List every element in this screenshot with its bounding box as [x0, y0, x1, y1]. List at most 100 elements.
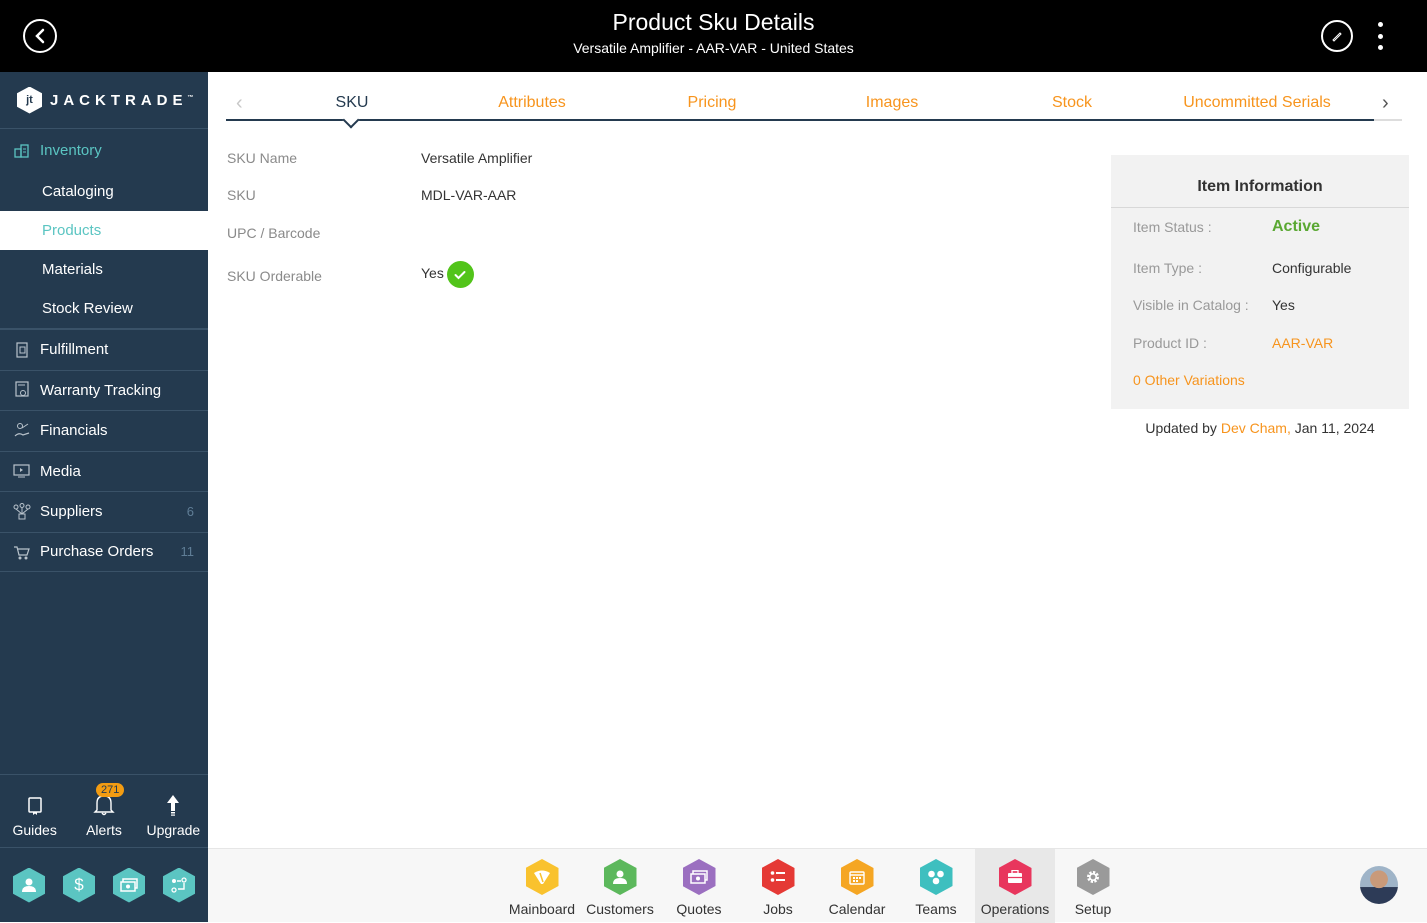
sku-label: SKU — [227, 187, 256, 203]
product-id-label: Product ID : — [1133, 335, 1207, 351]
page-title: Product Sku Details — [612, 9, 815, 35]
dock-label: Teams — [915, 901, 957, 917]
purchase-orders-count: 11 — [180, 544, 195, 560]
visible-in-catalog-value: Yes — [1272, 297, 1295, 313]
sku-orderable-label: SKU Orderable — [227, 268, 322, 284]
visible-in-catalog-label: Visible in Catalog : — [1133, 297, 1249, 313]
dock-label: Jobs — [763, 901, 793, 917]
active-tab-indicator — [342, 111, 360, 129]
suppliers-count: 6 — [186, 504, 194, 520]
upc-barcode-label: UPC / Barcode — [227, 225, 321, 241]
dock-label: Setup — [1074, 901, 1112, 917]
updated-by-link[interactable]: Dev Cham, — [1221, 420, 1291, 436]
sku-name-label: SKU Name — [227, 150, 298, 166]
dock-setup[interactable]: Setup — [1053, 849, 1133, 923]
money-app-button[interactable] — [113, 867, 145, 903]
user-app-button[interactable] — [13, 867, 45, 903]
dock-teams[interactable]: Teams — [896, 849, 976, 923]
dollar-app-button[interactable]: $ — [63, 867, 95, 903]
guides-button[interactable]: Guides — [0, 775, 69, 847]
product-id-link[interactable]: AAR-VAR — [1272, 335, 1333, 351]
suppliers-icon — [13, 502, 31, 521]
sidebar-item-financials[interactable]: Financials — [0, 410, 208, 451]
alerts-button[interactable]: 271 Alerts — [69, 775, 138, 847]
edit-button[interactable] — [1321, 20, 1353, 52]
tab-stock[interactable]: Stock — [1052, 94, 1092, 112]
mainboard-icon — [525, 859, 559, 895]
dock-customers[interactable]: Customers — [580, 849, 660, 923]
updated-by-text: Updated by Dev Cham, Jan 11, 2024 — [1111, 420, 1409, 436]
calendar-icon — [840, 859, 874, 895]
dock-label: Calendar — [828, 901, 886, 917]
sidebar-item-label: Media — [40, 462, 81, 480]
jobs-icon — [761, 859, 795, 895]
sidebar-item-media[interactable]: Media — [0, 450, 208, 492]
sidebar-item-label: Inventory — [40, 142, 102, 159]
tab-sku[interactable]: SKU — [336, 94, 369, 112]
sidebar-item-fulfillment[interactable]: Fulfillment — [0, 329, 208, 370]
other-variations-link[interactable]: 0 Other Variations — [1133, 372, 1245, 388]
teams-icon — [919, 859, 953, 895]
guides-label: Guides — [12, 822, 57, 838]
sidebar-item-label: Materials — [42, 261, 103, 278]
sidebar-item-purchase-orders[interactable]: Purchase Orders 11 — [0, 531, 208, 572]
tab-images[interactable]: Images — [866, 94, 918, 112]
logo-icon: jt — [17, 86, 42, 114]
pencil-icon — [1332, 32, 1342, 42]
quotes-icon — [682, 859, 716, 895]
item-information-panel: Item Information Item Status : Active It… — [1111, 155, 1409, 409]
check-circle-icon — [446, 261, 474, 288]
sidebar-item-stock-review[interactable]: Stock Review — [0, 289, 208, 328]
tab-uncommitted-serials[interactable]: Uncommitted Serials — [1183, 94, 1331, 112]
tab-scroll-left-icon[interactable]: ‹ — [236, 92, 243, 115]
sidebar-item-warranty-tracking[interactable]: Warranty Tracking — [0, 369, 208, 411]
dock-label: Quotes — [676, 901, 722, 917]
dock-jobs[interactable]: Jobs — [738, 849, 818, 923]
app-dock: Mainboard Customers Quotes Jobs Calendar… — [208, 848, 1427, 923]
sidebar-item-products[interactable]: Products — [0, 211, 208, 250]
sidebar-item-label: Warranty Tracking — [40, 381, 162, 399]
sidebar-item-label: Stock Review — [42, 300, 133, 317]
dock-operations[interactable]: Operations — [975, 849, 1055, 923]
sidebar-app-shortcuts: $ — [0, 862, 208, 908]
tab-pricing[interactable]: Pricing — [688, 94, 737, 112]
purchase-orders-icon — [13, 543, 31, 561]
arrow-up-icon — [166, 790, 180, 816]
media-icon — [13, 462, 31, 480]
dot-icon — [1377, 45, 1383, 50]
money-icon — [120, 878, 138, 892]
customers-icon — [603, 859, 637, 895]
item-status-value: Active — [1272, 218, 1321, 235]
sidebar-nav-list: Fulfillment Warranty Tracking Financials… — [0, 328, 208, 572]
setup-icon — [1076, 859, 1110, 895]
jacktrade-logo[interactable]: jt JACKTRADE™ — [0, 72, 208, 129]
top-header: Product Sku Details Versatile Amplifier … — [0, 0, 1427, 72]
more-menu-button[interactable] — [1370, 22, 1390, 50]
trademark: ™ — [187, 94, 194, 101]
upgrade-label: Upgrade — [146, 822, 201, 838]
user-avatar[interactable] — [1360, 866, 1398, 904]
updated-date: Jan 11, 2024 — [1294, 420, 1375, 436]
dock-calendar[interactable]: Calendar — [817, 849, 897, 923]
tab-attributes[interactable]: Attributes — [498, 94, 566, 112]
sku-name-value: Versatile Amplifier — [421, 150, 533, 166]
item-type-label: Item Type : — [1133, 260, 1202, 276]
sidebar-item-label: Cataloging — [42, 183, 114, 200]
tab-scroll-right-icon[interactable]: › — [1382, 92, 1389, 115]
dollar-icon: $ — [74, 875, 84, 894]
upgrade-button[interactable]: Upgrade — [139, 775, 208, 847]
sidebar-item-label: Purchase Orders — [40, 543, 154, 561]
sidebar-item-inventory[interactable]: Inventory — [0, 129, 208, 172]
dock-label: Customers — [586, 901, 654, 917]
workflow-app-button[interactable] — [163, 867, 195, 903]
sidebar-item-cataloging[interactable]: Cataloging — [0, 172, 208, 211]
dock-label: Mainboard — [508, 901, 576, 917]
sidebar-item-label: Products — [42, 222, 102, 239]
sidebar-item-suppliers[interactable]: Suppliers 6 — [0, 491, 208, 532]
sidebar-item-materials[interactable]: Materials — [0, 250, 208, 289]
warranty-icon — [13, 381, 31, 399]
item-type-value: Configurable — [1272, 260, 1352, 276]
dock-mainboard[interactable]: Mainboard — [502, 849, 582, 923]
fulfillment-icon — [13, 341, 31, 359]
dock-quotes[interactable]: Quotes — [659, 849, 739, 923]
